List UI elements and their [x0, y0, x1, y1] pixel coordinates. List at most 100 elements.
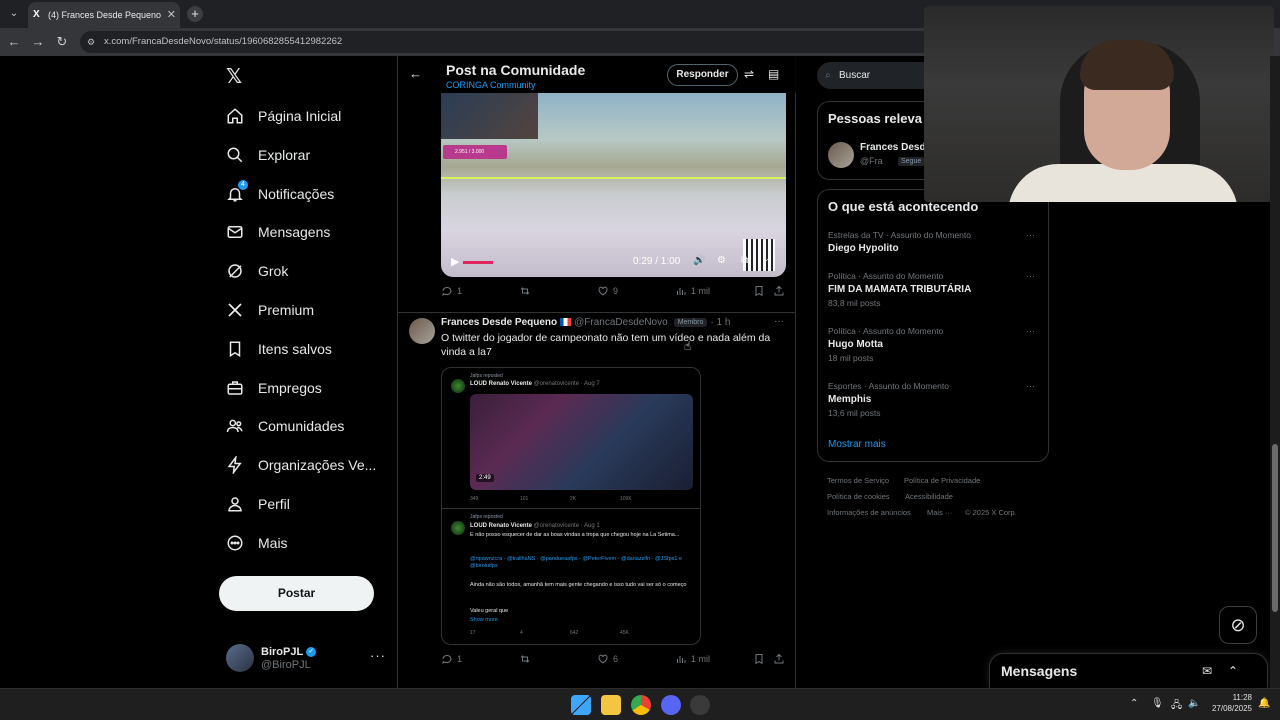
new-message-icon[interactable]: ✉: [1202, 664, 1212, 678]
trend-item[interactable]: Estrelas da TV · Assunto do Momento Dieg…: [828, 230, 1040, 272]
clock-date[interactable]: 27/08/2025: [1208, 704, 1252, 713]
like-action[interactable]: 6: [597, 653, 618, 665]
bookmark-action[interactable]: [753, 653, 769, 665]
hand-cursor-icon: ☝: [684, 339, 692, 353]
obs-icon[interactable]: [690, 695, 710, 715]
clock-time[interactable]: 11:28: [1228, 693, 1252, 702]
views-action[interactable]: 1 mil: [675, 285, 710, 297]
nav-messages[interactable]: Mensagens: [224, 217, 330, 247]
nav-label-home: Página Inicial: [258, 108, 342, 124]
account-more-icon[interactable]: ···: [370, 648, 386, 663]
play-icon[interactable]: ▶: [451, 255, 459, 268]
nav-premium[interactable]: Premium: [224, 295, 314, 325]
notification-bell-icon[interactable]: 🔔: [1258, 698, 1270, 709]
trend-more-icon[interactable]: ···: [1026, 326, 1035, 336]
speaker-icon[interactable]: 🔈: [1188, 698, 1200, 709]
nav-bookmarks[interactable]: Itens salvos: [224, 334, 332, 364]
show-more-link[interactable]: Mostrar mais: [828, 439, 886, 450]
volume-icon[interactable]: 🔊: [693, 255, 705, 266]
post-header: ← Post na Comunidade CORINGA Community R…: [398, 56, 796, 93]
reply-tweet[interactable]: Frances Desde Pequeno @FrancaDesdeNovo Mem…: [398, 312, 796, 688]
site-info-icon[interactable]: ⚙: [87, 31, 95, 53]
tab-close-icon[interactable]: ✕: [163, 2, 176, 28]
page-title: Post na Comunidade: [446, 62, 586, 78]
address-bar[interactable]: ⚙ x.com/FrancaDesdeNovo/status/196068285…: [80, 31, 940, 53]
repost-action[interactable]: [519, 285, 535, 297]
envelope-icon: [224, 221, 246, 243]
reader-view-icon[interactable]: ▤: [768, 67, 779, 81]
embedded-screenshot[interactable]: Jafps reposted LOUD Renato Vicente @oren…: [441, 367, 701, 645]
tweet-author-name[interactable]: Frances Desde Pequeno: [441, 317, 557, 328]
member-badge: Membro: [673, 317, 708, 327]
avatar[interactable]: [409, 318, 435, 344]
reply-button[interactable]: Responder: [667, 64, 738, 86]
share-action[interactable]: [773, 653, 789, 665]
views-action[interactable]: 1 mil: [675, 653, 710, 665]
nav-profile[interactable]: Perfil: [224, 489, 290, 519]
trend-item[interactable]: Política · Assunto do Momento Hugo Motta…: [828, 326, 1040, 368]
grok-floating-button[interactable]: ⊘: [1219, 606, 1257, 644]
tweet-more-icon[interactable]: ···: [774, 316, 784, 327]
nav-explore[interactable]: Explorar: [224, 140, 310, 170]
nav-communities[interactable]: Comunidades: [224, 411, 344, 441]
scrollbar-thumb[interactable]: [1272, 444, 1278, 612]
expand-up-icon[interactable]: ⌃: [1228, 664, 1238, 678]
sliders-icon[interactable]: ⇌: [744, 67, 754, 81]
pip-icon[interactable]: ⧉: [741, 255, 748, 266]
avatar[interactable]: [828, 142, 854, 168]
video-player[interactable]: 2.951 / 3.000 ▶ 0:29 / 1:00 🔊 ⚙ ⧉ ⤢: [441, 93, 786, 277]
nav-jobs[interactable]: Empregos: [224, 373, 322, 403]
nav-notifications[interactable]: 4 Notificações: [224, 179, 334, 209]
nav-more[interactable]: Mais: [224, 528, 288, 558]
footer-ads-link[interactable]: Informações de anúncios: [827, 508, 911, 517]
new-tab-button[interactable]: +: [187, 6, 203, 22]
discord-icon[interactable]: [661, 695, 681, 715]
footer-more-link[interactable]: Mais ···: [927, 508, 952, 517]
nav-grok[interactable]: Grok: [224, 256, 288, 286]
bookmark-action[interactable]: [753, 285, 769, 297]
repost-action[interactable]: [519, 653, 535, 665]
tweet-time[interactable]: · 1 h: [710, 317, 730, 328]
chrome-icon[interactable]: [631, 695, 651, 715]
forward-button[interactable]: →: [30, 34, 46, 50]
reply-action[interactable]: 1: [441, 285, 462, 297]
reply-action[interactable]: 1: [441, 653, 462, 665]
trend-more-icon[interactable]: ···: [1026, 230, 1035, 240]
settings-gear-icon[interactable]: ⚙: [717, 255, 726, 266]
nav-label-profile: Perfil: [258, 496, 290, 512]
account-switcher[interactable]: BiroPJL ✓ @BiroPJL ···: [226, 642, 386, 676]
footer-terms-link[interactable]: Termos de Serviço: [827, 476, 889, 485]
video-progress-bar[interactable]: [463, 261, 493, 264]
tab-title: (4) Frances Desde Pequeno: [48, 10, 162, 20]
back-button[interactable]: ←: [6, 34, 22, 50]
grok-icon: [224, 260, 246, 282]
file-explorer-icon[interactable]: [601, 695, 621, 715]
x-logo-icon[interactable]: 𝕏: [226, 66, 248, 88]
microphone-icon[interactable]: 🎙: [1151, 698, 1164, 709]
trend-item[interactable]: Esportes · Assunto do Momento Memphis 13…: [828, 381, 1040, 423]
trend-item[interactable]: Política · Assunto do Momento FIM DA MAM…: [828, 271, 1040, 313]
footer-privacy-link[interactable]: Política de Privacidade: [904, 476, 980, 485]
nav-home[interactable]: Página Inicial: [224, 101, 341, 131]
share-icon: [774, 653, 784, 664]
tweet-author-handle[interactable]: @FrancaDesdeNovo: [574, 317, 668, 328]
like-action[interactable]: 9: [597, 285, 618, 297]
windows-start-icon[interactable]: [571, 695, 591, 715]
footer-accessibility-link[interactable]: Acessibilidade: [905, 492, 953, 501]
back-arrow-icon[interactable]: ←: [409, 66, 422, 81]
community-link[interactable]: CORINGA Community: [446, 80, 536, 90]
messages-dock[interactable]: Mensagens ✉ ⌃: [989, 653, 1268, 688]
post-button[interactable]: Postar: [219, 576, 374, 611]
browser-tab[interactable]: X (4) Frances Desde Pequeno ✕: [28, 2, 180, 28]
trend-more-icon[interactable]: ···: [1026, 271, 1035, 281]
reload-button[interactable]: ↻: [54, 34, 70, 50]
fullscreen-icon[interactable]: ⤢: [763, 255, 771, 266]
footer-cookies-link[interactable]: Política de cookies: [827, 492, 890, 501]
nav-verified-orgs[interactable]: Organizações Ve...: [224, 450, 376, 480]
share-action[interactable]: [773, 285, 789, 297]
trend-more-icon[interactable]: ···: [1026, 381, 1035, 391]
tray-chevron-icon[interactable]: ⌃: [1130, 698, 1138, 709]
relevant-person-name[interactable]: Frances Desde: [860, 142, 931, 153]
network-icon[interactable]: 🖧: [1171, 698, 1182, 715]
tab-search-chevron-icon[interactable]: ⌄: [6, 6, 22, 22]
